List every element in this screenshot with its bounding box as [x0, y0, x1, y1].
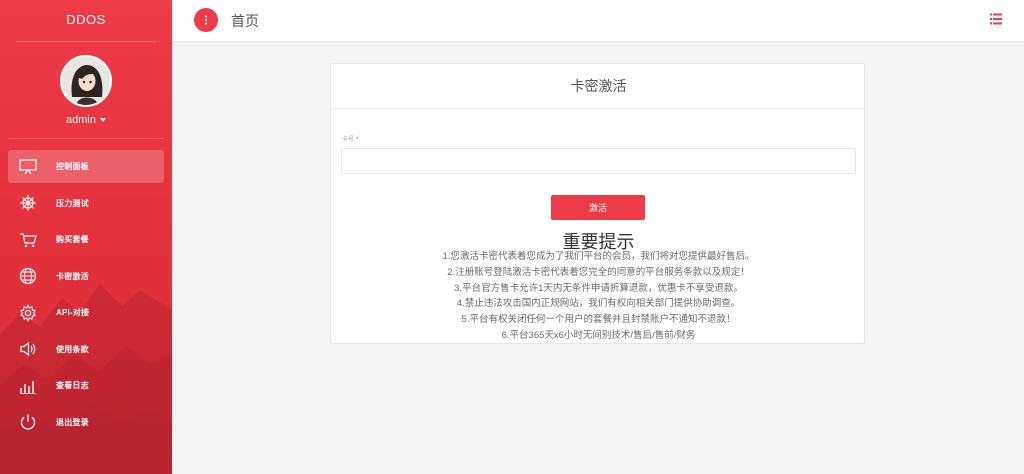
sidebar-item-logs[interactable]: 查看日志 — [8, 369, 164, 402]
bar-chart-icon — [18, 376, 38, 396]
required-mark: * — [356, 137, 359, 143]
notice-line: 5.平台有权关闭任何一个用户的套餐并且封禁账户不通知不退款！ — [461, 314, 736, 326]
page-title: 首页 — [231, 13, 259, 29]
sidebar-item-card-activation[interactable]: 卡密激活 — [8, 260, 164, 293]
sidebar-item-label: 卡密激活 — [56, 271, 89, 281]
monitor-icon — [18, 157, 38, 177]
card-number-label-text: 卡号 — [342, 137, 355, 143]
list-icon[interactable] — [990, 13, 1002, 25]
username-label: admin — [66, 114, 96, 126]
globe-icon — [18, 266, 38, 286]
sidebar-menu: 控制面板 压力测试 购买套餐 卡密激活 API-对接 使用条款 查看日志 退出登… — [0, 150, 172, 442]
cart-icon — [18, 230, 38, 250]
avatar-image — [62, 57, 110, 105]
card-activation-panel: 卡密激活 卡号 * 激活 重要提示 1.您激活卡密代表着您成为了我们平台的会员，我… — [330, 63, 865, 344]
caret-down-icon — [99, 118, 106, 123]
notice-line: 3.平台官方售卡允许1天内无条件申请折算退款，优惠卡不享受退款。 — [454, 282, 743, 294]
sidebar-item-label: 退出登录 — [56, 417, 89, 427]
sidebar-item-stress-test[interactable]: 压力测试 — [8, 187, 164, 220]
divider — [331, 108, 864, 109]
card-number-label: 卡号 * — [342, 134, 358, 143]
user-menu[interactable]: admin — [0, 114, 172, 126]
sidebar-item-label: 控制面板 — [56, 162, 89, 171]
sidebar-item-label: 购买套餐 — [56, 235, 89, 244]
ship-wheel-icon — [18, 193, 38, 213]
card-number-input[interactable] — [341, 148, 856, 174]
sidebar-item-label: API-对接 — [56, 308, 90, 317]
menu-toggle-icon — [204, 15, 208, 25]
notice-line: 1.您激活卡密代表着您成为了我们平台的会员，我们将对您提供最好售后。 — [442, 251, 755, 262]
sidebar-item-buy-plan[interactable]: 购买套餐 — [8, 223, 164, 256]
sidebar-item-logout[interactable]: 退出登录 — [8, 406, 164, 439]
sidebar-item-label: 使用条款 — [56, 344, 89, 354]
sidebar: DDOS admin 控制面板 压力测试 购买套餐 卡密激活 API-对接 使用… — [0, 0, 172, 474]
card-title: 卡密激活 — [570, 78, 627, 94]
notice-line: 4.禁止违法攻击国内正规网站，我们有权向相关部门提供协助调查。 — [456, 298, 741, 310]
sidebar-item-terms[interactable]: 使用条款 — [8, 333, 164, 366]
power-icon — [18, 412, 38, 432]
activate-button[interactable]: 激活 — [551, 195, 645, 220]
notice-line: 6.平台365天x6小时无间别技术/售后/售前/财务 — [501, 329, 696, 341]
sidebar-item-label: 查看日志 — [56, 381, 89, 390]
menu-toggle-button[interactable] — [194, 8, 218, 32]
notice-line: 2.注册账号登陆激活卡密代表着您完全的同意的平台服务条款以及规定！ — [447, 266, 750, 278]
divider — [8, 138, 164, 139]
gear-icon — [18, 303, 38, 323]
sidebar-item-api[interactable]: API-对接 — [8, 296, 164, 329]
avatar[interactable] — [60, 55, 112, 107]
top-navbar: 首页 — [172, 0, 1024, 42]
brand-name: DDOS — [66, 12, 106, 27]
sidebar-item-dashboard[interactable]: 控制面板 — [8, 150, 164, 183]
speaker-icon — [18, 339, 38, 359]
sidebar-item-label: 压力测试 — [56, 198, 89, 208]
divider — [16, 41, 156, 42]
notice-list: 1.您激活卡密代表着您成为了我们平台的会员，我们将对您提供最好售后。 2.注册账… — [331, 249, 866, 344]
